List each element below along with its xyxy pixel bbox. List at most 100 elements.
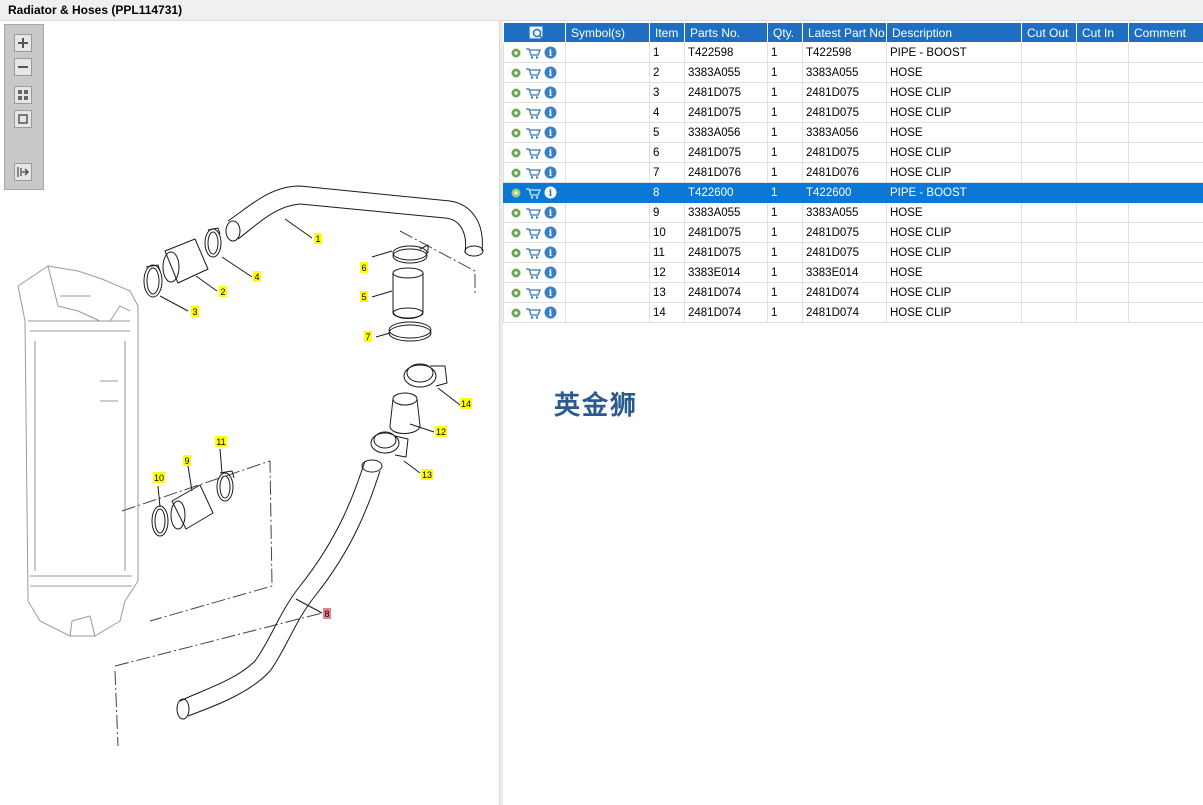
cart-icon[interactable]	[525, 127, 541, 139]
column-header[interactable]: Parts No.	[684, 22, 768, 43]
table-row[interactable]: i 7 2481D076 1 2481D076 HOSE CLIP	[503, 162, 1203, 183]
cell-symbols	[565, 102, 650, 123]
cart-icon[interactable]	[525, 147, 541, 159]
cell-cut-out	[1021, 162, 1077, 183]
info-icon[interactable]: i	[544, 226, 557, 239]
info-icon[interactable]: i	[544, 186, 557, 199]
table-row[interactable]: i 10 2481D075 1 2481D075 HOSE CLIP	[503, 222, 1203, 243]
info-icon[interactable]: i	[544, 246, 557, 259]
cart-icon[interactable]	[525, 247, 541, 259]
cart-icon[interactable]	[525, 267, 541, 279]
gear-icon[interactable]	[510, 147, 522, 159]
cell-description: HOSE	[886, 122, 1022, 143]
cell-comment	[1128, 162, 1203, 183]
info-icon[interactable]: i	[544, 306, 557, 319]
column-header[interactable]: Cut In	[1076, 22, 1129, 43]
zoom-in-button[interactable]	[14, 34, 32, 52]
column-header[interactable]: Description	[886, 22, 1022, 43]
gear-icon[interactable]	[510, 247, 522, 259]
cart-icon[interactable]	[525, 187, 541, 199]
cart-icon[interactable]	[525, 207, 541, 219]
cart-icon[interactable]	[525, 307, 541, 319]
cell-cut-in	[1076, 122, 1129, 143]
info-icon[interactable]: i	[544, 46, 557, 59]
cell-qty: 1	[767, 122, 803, 143]
exploded-diagram[interactable]	[0, 21, 499, 805]
hose-12	[389, 392, 421, 434]
parts-pane: Symbol(s) Item Parts No. Qty. Latest Part No…	[503, 21, 1203, 805]
gear-icon[interactable]	[510, 307, 522, 319]
column-header[interactable]: Comment	[1128, 22, 1203, 43]
gear-icon[interactable]	[510, 227, 522, 239]
export-button[interactable]	[14, 163, 32, 181]
gear-icon[interactable]	[510, 47, 522, 59]
table-row[interactable]: i 2 3383A055 1 3383A055 HOSE	[503, 62, 1203, 83]
info-icon[interactable]: i	[544, 126, 557, 139]
gear-icon[interactable]	[510, 87, 522, 99]
clip-4	[204, 227, 222, 258]
cell-symbols	[565, 82, 650, 103]
table-row[interactable]: i 14 2481D074 1 2481D074 HOSE CLIP	[503, 302, 1203, 323]
fit-window-button[interactable]	[14, 110, 32, 128]
zoom-out-button[interactable]	[14, 58, 32, 76]
row-tools: i	[503, 222, 566, 243]
gear-icon[interactable]	[510, 267, 522, 279]
cart-icon[interactable]	[525, 67, 541, 79]
gear-icon[interactable]	[510, 287, 522, 299]
info-icon[interactable]: i	[544, 266, 557, 279]
table-row[interactable]: i 9 3383A055 1 3383A055 HOSE	[503, 202, 1203, 223]
column-header[interactable]: Item	[649, 22, 685, 43]
table-row[interactable]: i 3 2481D075 1 2481D075 HOSE CLIP	[503, 82, 1203, 103]
info-icon[interactable]: i	[544, 106, 557, 119]
info-icon[interactable]: i	[544, 146, 557, 159]
cell-latest-part-no: 2481D075	[802, 242, 887, 263]
cell-part-no: 2481D075	[684, 222, 768, 243]
cell-latest-part-no: 2481D074	[802, 302, 887, 323]
gear-icon[interactable]	[510, 207, 522, 219]
column-header[interactable]: Symbol(s)	[565, 22, 650, 43]
info-icon[interactable]: i	[544, 166, 557, 179]
table-row[interactable]: i 11 2481D075 1 2481D075 HOSE CLIP	[503, 242, 1203, 263]
clip-6	[392, 244, 429, 264]
gear-icon[interactable]	[510, 107, 522, 119]
cart-icon[interactable]	[525, 287, 541, 299]
cell-cut-in	[1076, 242, 1129, 263]
cart-icon[interactable]	[525, 47, 541, 59]
table-body: i 1 T422598 1 T422598 PIPE - BOOST i 2 3383A055 1…	[503, 42, 1203, 323]
table-row[interactable]: i 4 2481D075 1 2481D075 HOSE CLIP	[503, 102, 1203, 123]
cell-cut-in	[1076, 62, 1129, 83]
column-header[interactable]: Cut Out	[1021, 22, 1077, 43]
table-row[interactable]: i 12 3383E014 1 3383E014 HOSE	[503, 262, 1203, 283]
info-icon[interactable]: i	[544, 286, 557, 299]
table-row[interactable]: i 1 T422598 1 T422598 PIPE - BOOST	[503, 42, 1203, 63]
table-row[interactable]: i 6 2481D075 1 2481D075 HOSE CLIP	[503, 142, 1203, 163]
cart-icon[interactable]	[525, 167, 541, 179]
cart-icon[interactable]	[525, 107, 541, 119]
info-icon[interactable]: i	[544, 86, 557, 99]
column-header[interactable]: Latest Part No.	[802, 22, 887, 43]
info-icon[interactable]: i	[544, 206, 557, 219]
svg-text:i: i	[549, 209, 553, 219]
cart-icon[interactable]	[525, 87, 541, 99]
info-icon[interactable]: i	[544, 66, 557, 79]
gear-icon[interactable]	[510, 167, 522, 179]
cell-latest-part-no: 2481D075	[802, 82, 887, 103]
gear-icon[interactable]	[510, 127, 522, 139]
cell-qty: 1	[767, 182, 803, 203]
gear-icon[interactable]	[510, 67, 522, 79]
cell-part-no: 2481D075	[684, 242, 768, 263]
fit-all-button[interactable]	[14, 86, 32, 104]
cell-comment	[1128, 302, 1203, 323]
cell-qty: 1	[767, 202, 803, 223]
column-header[interactable]: Qty.	[767, 22, 803, 43]
table-row[interactable]: i 13 2481D074 1 2481D074 HOSE CLIP	[503, 282, 1203, 303]
gear-icon[interactable]	[510, 187, 522, 199]
table-row[interactable]: i 5 3383A056 1 3383A056 HOSE	[503, 122, 1203, 143]
cart-icon[interactable]	[525, 227, 541, 239]
cell-cut-out	[1021, 102, 1077, 123]
svg-text:i: i	[549, 249, 553, 259]
diagram-pane[interactable]: 1 2 3 4 5 6 7 8 9 10 11 12 13 14	[0, 21, 500, 805]
cell-cut-out	[1021, 282, 1077, 303]
column-header-tools[interactable]	[503, 22, 566, 43]
table-row[interactable]: i 8 T422600 1 T422600 PIPE - BOOST	[503, 182, 1203, 203]
